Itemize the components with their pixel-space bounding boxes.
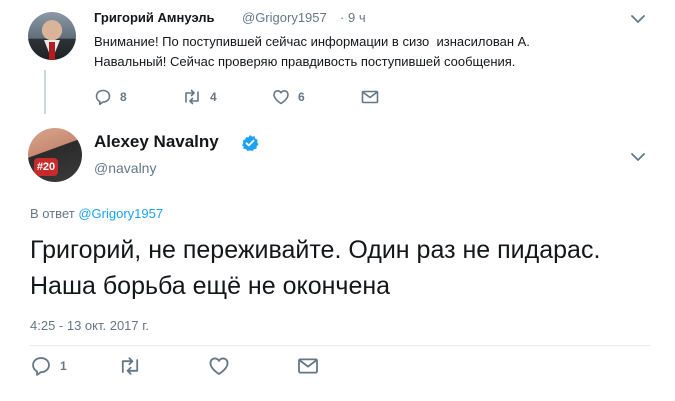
avatar-grigory[interactable]	[28, 12, 76, 60]
tweet-date[interactable]: 4:25 - 13 окт. 2017 г.	[30, 318, 149, 333]
tweet-time[interactable]: 9 ч	[348, 10, 366, 25]
verified-badge-icon	[241, 134, 259, 152]
message-icon	[296, 355, 320, 377]
separator-dot: ·	[340, 10, 345, 25]
reply-button[interactable]: 8	[94, 88, 127, 106]
message-icon	[360, 88, 380, 106]
retweet-icon	[118, 355, 142, 377]
avatar-tie	[49, 42, 55, 60]
avatar-badge: #20	[34, 158, 58, 176]
reply-mention-link[interactable]: @Grigory1957	[78, 206, 163, 221]
like-button[interactable]	[208, 355, 230, 377]
retweet-button[interactable]: 4	[182, 88, 217, 106]
chevron-down-icon[interactable]	[630, 149, 646, 165]
message-button[interactable]	[360, 88, 380, 106]
reply-icon	[30, 355, 52, 377]
reply-button[interactable]: 1	[30, 355, 67, 377]
author-name[interactable]: Alexey Navalny	[94, 132, 219, 152]
retweet-button[interactable]	[118, 355, 142, 377]
author-name[interactable]: Григорий Амнуэль	[94, 10, 215, 25]
reply-context: В ответ @Grigory1957	[30, 206, 163, 221]
message-button[interactable]	[296, 355, 320, 377]
like-count: 6	[298, 90, 305, 104]
reply-prefix: В ответ	[30, 206, 75, 221]
author-handle[interactable]: @Grigory1957	[242, 10, 327, 25]
chevron-down-icon[interactable]	[630, 11, 646, 27]
retweet-icon	[182, 88, 202, 106]
like-button[interactable]: 6	[272, 88, 305, 106]
reply-count: 1	[60, 359, 67, 373]
reply-icon	[94, 88, 112, 106]
author-handle[interactable]: @navalny	[94, 160, 156, 176]
avatar-navalny[interactable]: #20	[28, 128, 82, 182]
retweet-count: 4	[210, 90, 217, 104]
like-icon	[272, 88, 290, 106]
tweet-text: Внимание! По поступившей сейчас информац…	[94, 34, 530, 69]
reply-count: 8	[120, 90, 127, 104]
divider	[30, 345, 650, 346]
thread-connector-line	[44, 70, 46, 114]
tweet-text: Григорий, не переживайте. Один раз не пи…	[30, 236, 601, 300]
like-icon	[208, 355, 230, 377]
